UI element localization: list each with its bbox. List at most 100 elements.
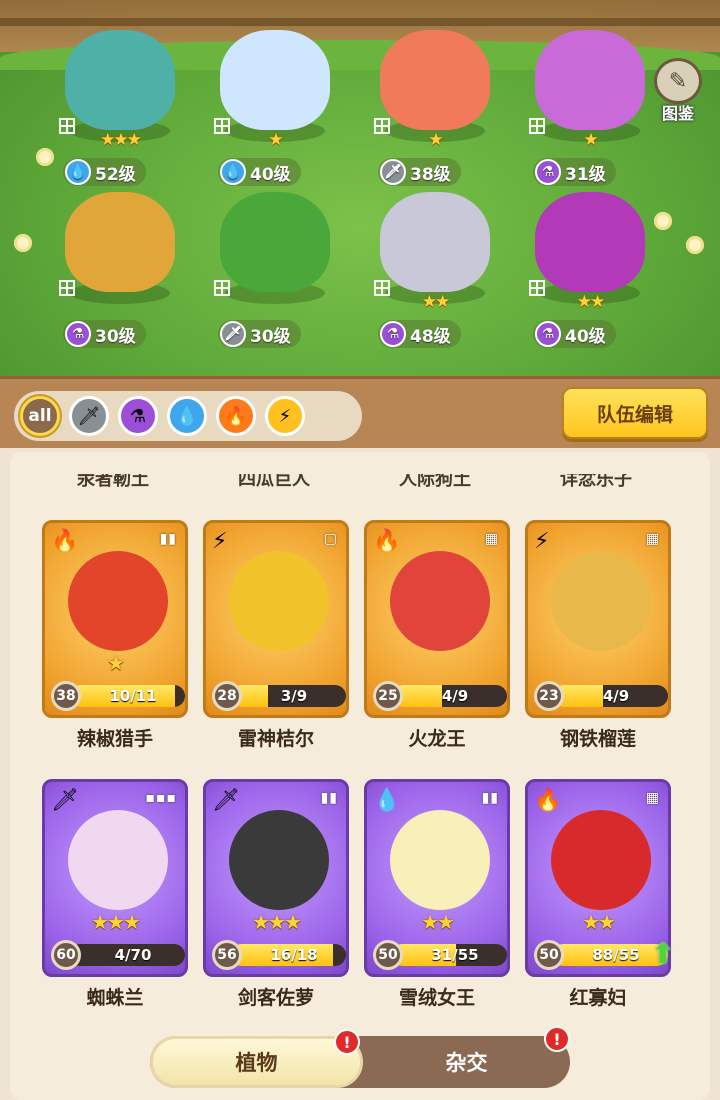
formation-hero[interactable]: ★ 🗡 38级 [360, 30, 510, 190]
card-face: 🗡 ▮▮ ★★★ 16/18 56 [203, 779, 349, 977]
plant-portrait [68, 551, 168, 651]
formation-hero[interactable]: ★ ⚗ 31级 [515, 30, 665, 190]
card-name: 辣椒猎手 [76, 728, 153, 750]
book-icon: ✎ [654, 58, 702, 104]
card-stars: ★★★ [91, 910, 141, 934]
formation-hero[interactable]: ★★ ⚗ 48级 [360, 192, 510, 352]
upgrade-arrow-icon[interactable]: ⬆ [649, 939, 677, 969]
element-icon: 🔥 [534, 788, 562, 813]
potion-icon: ⚗ [535, 159, 561, 185]
hero-level: 🗡 38级 [378, 158, 461, 186]
hero-level: ⚗ 31级 [533, 158, 616, 186]
formation-hero[interactable]: ★ 💧 40级 [200, 30, 350, 190]
atlas-button[interactable]: ✎ 图鉴 [648, 58, 708, 123]
formation-hero[interactable]: ★★ ⚗ 40级 [515, 192, 665, 352]
plant-card[interactable]: 💧 ▮▮ ★★ 31/55 50 雪绒女王 [364, 779, 510, 1009]
element-icon: 🗡 [51, 788, 79, 813]
progress-text: 31/55 [431, 946, 479, 964]
hero-figure [220, 30, 330, 130]
plant-card[interactable]: 🔥 ▦ 4/9 25 火龙王 [364, 520, 510, 750]
progress-bar: 10/11 [69, 685, 185, 707]
hero-level: 💧 40级 [218, 158, 301, 186]
card-name: 红寡妇 [569, 987, 627, 1009]
card-stars: ★ [107, 651, 125, 675]
filter-water-button[interactable]: 💧 [167, 396, 207, 436]
hero-stars: ★★ [421, 292, 450, 312]
plant-portrait [229, 810, 329, 910]
card-progress: 4/70 60 [51, 940, 185, 970]
progress-text: 4/9 [602, 687, 630, 705]
filter-bar: all 🗡 ⚗ 💧 🔥 ⚡ 队伍编辑 [0, 376, 720, 448]
tab-plants[interactable]: 植物! [150, 1029, 363, 1088]
card-face: ⚡ ▦ 4/9 23 [525, 520, 671, 718]
card-face: 🔥 ▦ 4/9 25 [364, 520, 510, 718]
element-icon: ⚡ [212, 529, 228, 554]
plant-card[interactable]: 🗡 ▪▪▪ ★★★ 4/70 60 蜘蛛兰 [42, 779, 188, 1009]
plant-card[interactable]: ⚡ ▢ 3/9 28 雷神桔尔 [203, 520, 349, 750]
formation-grid-icon [59, 280, 75, 296]
plant-card[interactable]: 🔥 ▦ ★★ 88/55 50 红寡妇 ⬆ [525, 779, 675, 1009]
progress-bar: 4/70 [69, 944, 185, 966]
water-icon: 💧 [65, 159, 91, 185]
formation-hero[interactable]: 🗡 30级 [200, 192, 350, 352]
progress-text: 3/9 [280, 687, 308, 705]
class-icon: ▮▮ [481, 790, 499, 806]
hero-figure [380, 192, 490, 292]
card-level: 50 [373, 940, 403, 970]
element-icon: 🔥 [51, 529, 79, 554]
formation-hero[interactable]: ⚗ 30级 [45, 192, 195, 352]
card-face: 🗡 ▪▪▪ ★★★ 4/70 60 [42, 779, 188, 977]
hero-level-text: 40级 [565, 326, 606, 347]
progress-text: 4/70 [114, 946, 152, 964]
formation-hero[interactable]: ★★★ 💧 52级 [45, 30, 195, 190]
card-progress: 4/9 25 [373, 681, 507, 711]
flower-decoration [14, 234, 32, 252]
hero-level: 💧 52级 [63, 158, 146, 186]
filter-potion-button[interactable]: ⚗ [118, 396, 158, 436]
element-icon: 💧 [373, 788, 401, 813]
progress-bar: 4/9 [391, 685, 507, 707]
progress-bar: 16/18 [230, 944, 346, 966]
card-level: 56 [212, 940, 242, 970]
progress-bar: 4/9 [552, 685, 668, 707]
formation-grid-icon [214, 280, 230, 296]
element-icon: 🔥 [373, 529, 401, 554]
class-icon: ▢ [323, 531, 338, 547]
sword-icon: 🗡 [77, 405, 101, 427]
card-face: ⚡ ▢ 3/9 28 [203, 520, 349, 718]
potion-icon: ⚗ [65, 321, 91, 347]
card-progress: 31/55 50 [373, 940, 507, 970]
hero-level: ⚗ 30级 [63, 320, 146, 348]
card-face: 🔥 ▮▮ ★ 10/11 38 [42, 520, 188, 718]
filter-bolt-button[interactable]: ⚡ [265, 396, 305, 436]
tab-hybrid[interactable]: 杂交! [363, 1026, 570, 1088]
progress-text: 4/9 [441, 687, 469, 705]
plant-card[interactable]: 🗡 ▮▮ ★★★ 16/18 56 剑客佐萝 [203, 779, 349, 1009]
card-name: 剑客佐萝 [237, 987, 314, 1009]
potion-icon: ⚗ [380, 321, 406, 347]
progress-bar: 3/9 [230, 685, 346, 707]
team-edit-button[interactable]: 队伍编辑 [562, 387, 708, 439]
card-name-partial: 人际狗土 [399, 474, 471, 490]
plant-card[interactable]: ⚡ ▦ 4/9 23 钢铁榴莲 [525, 520, 671, 750]
card-name-partial: 详忿乐子 [560, 474, 632, 490]
water-drop-icon: 💧 [175, 405, 199, 427]
hero-level-text: 52级 [95, 164, 136, 185]
all-icon: all [28, 406, 52, 426]
element-icon: 🗡 [212, 788, 240, 813]
plant-card[interactable]: 🔥 ▮▮ ★ 10/11 38 辣椒猎手 [42, 520, 188, 750]
hero-figure [535, 30, 645, 130]
class-icon: ▪▪▪ [145, 790, 177, 806]
progress-text: 10/11 [109, 687, 157, 705]
filter-sword-button[interactable]: 🗡 [69, 396, 109, 436]
tab-label: 植物 [235, 1051, 278, 1075]
filter-fire-button[interactable]: 🔥 [216, 396, 256, 436]
card-level: 28 [212, 681, 242, 711]
fire-icon: 🔥 [224, 405, 248, 427]
notification-badge: ! [334, 1029, 360, 1055]
filter-all-button[interactable]: all [20, 396, 60, 436]
card-level: 25 [373, 681, 403, 711]
potion-icon: ⚗ [129, 405, 147, 427]
hero-figure [535, 192, 645, 292]
hero-figure [65, 192, 175, 292]
